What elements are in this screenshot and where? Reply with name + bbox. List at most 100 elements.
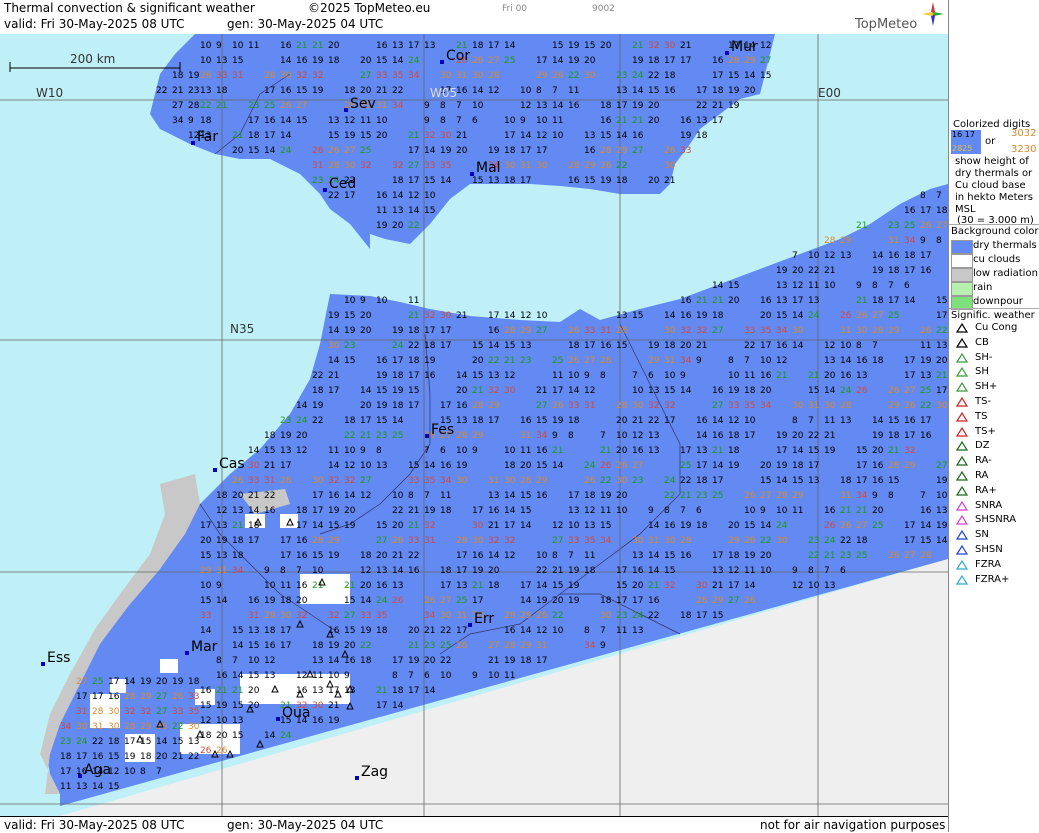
thermal-value: 16 bbox=[296, 581, 308, 591]
thermal-value: 28 bbox=[616, 401, 628, 411]
thermal-value: 29 bbox=[488, 401, 500, 411]
thermal-value: 8 bbox=[440, 116, 446, 126]
thermal-value: 17 bbox=[408, 176, 419, 186]
thermal-value: 28 bbox=[504, 326, 516, 336]
grid-label-w10: W10 bbox=[36, 86, 64, 100]
thermal-value: 21 bbox=[360, 431, 371, 441]
legend-sig-label-5: TS- bbox=[975, 396, 992, 407]
legend-bg-label-4: downpour bbox=[973, 296, 1023, 307]
thermal-value: 17 bbox=[76, 752, 87, 762]
thermal-value: 17 bbox=[712, 476, 723, 486]
thermal-value: 13 bbox=[488, 176, 499, 186]
thermal-value: 21 bbox=[408, 506, 419, 516]
thermal-value: 21 bbox=[376, 86, 387, 96]
thermal-value: 18 bbox=[648, 56, 660, 66]
thermal-value: 21 bbox=[328, 371, 339, 381]
thermal-value: 23 bbox=[312, 176, 323, 186]
thermal-value: 23 bbox=[344, 341, 355, 351]
thermal-value: 19 bbox=[600, 491, 612, 501]
thermal-value: 14 bbox=[264, 731, 276, 741]
thermal-value: 18 bbox=[392, 176, 404, 186]
thermal-value: 11 bbox=[584, 551, 595, 561]
thermal-value: 15 bbox=[744, 521, 755, 531]
thermal-value: 15 bbox=[584, 176, 595, 186]
thermal-value: 16 bbox=[440, 461, 452, 471]
thermal-value: 17 bbox=[920, 251, 931, 261]
thermal-value: 28 bbox=[616, 326, 628, 336]
thermal-value: 19 bbox=[568, 596, 580, 606]
thermal-value: 12 bbox=[200, 716, 211, 726]
thermal-value: 20 bbox=[296, 431, 308, 441]
footer-valid-time: valid: Fri 30-May-2025 08 UTC bbox=[4, 818, 185, 832]
thermal-value: 13 bbox=[776, 296, 787, 306]
thermal-value: 19 bbox=[172, 677, 184, 687]
thermal-value: 10 bbox=[216, 716, 228, 726]
thermal-value: 9 bbox=[872, 491, 878, 501]
thermal-value: 16 bbox=[680, 116, 692, 126]
thermal-value: 18 bbox=[216, 86, 228, 96]
grid-label-n35: N35 bbox=[230, 322, 255, 336]
thermal-value: 17 bbox=[712, 116, 723, 126]
thermal-value: 15 bbox=[808, 386, 819, 396]
thermal-value: 19 bbox=[440, 146, 452, 156]
thermal-value: 16 bbox=[904, 206, 916, 216]
thermal-value: 18 bbox=[936, 206, 948, 216]
thermal-value: 33 bbox=[584, 326, 595, 336]
thermal-value: 11 bbox=[504, 671, 515, 681]
thermal-value: 18 bbox=[328, 56, 340, 66]
thermal-value: 15 bbox=[504, 341, 515, 351]
thermal-value: 8 bbox=[440, 101, 446, 111]
thermal-value: 24 bbox=[808, 311, 820, 321]
thermal-value: 12 bbox=[632, 431, 643, 441]
thermal-value: 24 bbox=[632, 611, 644, 621]
thermal-value: 33 bbox=[376, 71, 387, 81]
thermal-value: 30 bbox=[472, 536, 484, 546]
thermal-value: 18 bbox=[424, 341, 436, 351]
legend-sig-label-3: SH bbox=[975, 366, 989, 378]
thermal-value: 32 bbox=[140, 707, 151, 717]
thermal-value: 22 bbox=[808, 431, 819, 441]
thermal-value: 29 bbox=[792, 491, 804, 501]
thermal-value: 13 bbox=[456, 581, 467, 591]
thermal-value: 30 bbox=[440, 71, 452, 81]
thermal-value: 28 bbox=[888, 461, 900, 471]
thermal-value: 19 bbox=[216, 701, 228, 711]
thermal-value: 21 bbox=[328, 701, 339, 711]
thermal-value: 18 bbox=[296, 506, 308, 516]
thermal-value: 13 bbox=[392, 206, 403, 216]
thermal-value: 27 bbox=[536, 401, 547, 411]
thermal-value: 9 bbox=[648, 506, 654, 516]
thermal-value: 19 bbox=[328, 716, 340, 726]
thermal-value: 25 bbox=[504, 56, 515, 66]
thermal-value: 17 bbox=[280, 551, 291, 561]
rain-heavy-icon bbox=[955, 485, 969, 496]
city-marrakech: Mar bbox=[185, 639, 217, 655]
thermal-value: 20 bbox=[600, 41, 612, 51]
thermal-value: 15 bbox=[376, 386, 387, 396]
thermal-value: 29 bbox=[536, 476, 548, 486]
thermal-value: 12 bbox=[296, 446, 307, 456]
thermal-value: 23 bbox=[60, 737, 71, 747]
thermal-value: 26 bbox=[568, 356, 580, 366]
thermal-value: 19 bbox=[648, 341, 660, 351]
thermal-value: 13 bbox=[840, 251, 851, 261]
thermal-value: 26 bbox=[456, 641, 468, 651]
weather-map[interactable]: 10 9 10 11 16 21 21 20 16 13 17 13 21 18 17 14 15 19 15 20 2… bbox=[0, 34, 948, 816]
legend-desc-4: in hekto Meters bbox=[955, 192, 1033, 203]
thermal-value: 33 bbox=[408, 536, 419, 546]
thermal-value: 15 bbox=[728, 281, 739, 291]
thermal-value: 7 bbox=[568, 551, 574, 561]
thermal-value: 32 bbox=[328, 476, 339, 486]
thermal-value: 21 bbox=[936, 371, 947, 381]
thermal-value: 32 bbox=[124, 707, 135, 717]
thermal-value: 16 bbox=[872, 461, 884, 471]
thermal-value: 30 bbox=[440, 131, 452, 141]
thermal-value: 7 bbox=[792, 251, 798, 261]
thermal-value: 17 bbox=[520, 581, 531, 591]
thermal-value: 16 bbox=[856, 356, 868, 366]
thermal-value: 10 bbox=[808, 581, 820, 591]
thermal-value: 32 bbox=[296, 611, 307, 621]
thermal-value: 15 bbox=[376, 416, 387, 426]
thermal-value: 26 bbox=[312, 146, 324, 156]
thermal-value: 31 bbox=[424, 536, 435, 546]
